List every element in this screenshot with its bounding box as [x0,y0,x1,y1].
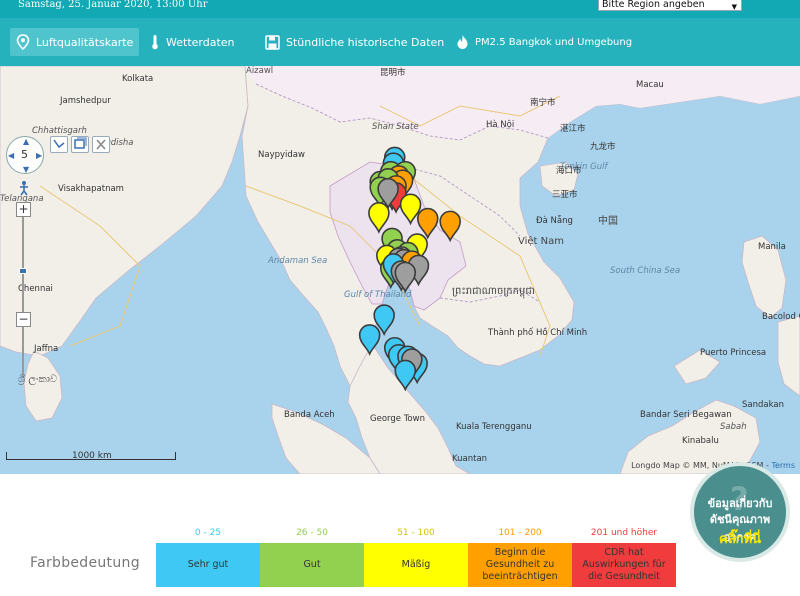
zoom-level: 5 [21,148,28,161]
measure-icon [53,139,65,149]
region-select-value: Bitte Region angeben [602,0,705,10]
nav-bar: Luftqualitätskarte Wetterdaten Stündlich… [0,18,800,66]
chevron-down-icon: ▼ [731,3,737,11]
measure-button[interactable] [50,136,68,153]
nav-item-label: PM2.5 Bangkok und Umgebung [475,36,633,48]
legend-swatch: Gut [260,543,364,587]
zoom-slider-track[interactable] [22,216,24,376]
legend-range: 101 - 200 [498,528,542,538]
zoom-out-button[interactable]: − [16,312,31,327]
legend-range: 201 und höher [590,528,658,538]
nav-item-history[interactable]: Stündliche historische Daten [265,28,444,56]
chevron-up-icon[interactable]: ▲ [23,137,29,146]
legend-swatch: Beginn die Gesundheit zu beeinträchtigen [468,543,572,587]
zoom-slider-handle[interactable] [19,268,27,274]
legend-swatch: Sehr gut [156,543,260,587]
chevron-right-icon[interactable]: ▶ [36,151,42,160]
zoom-in-button[interactable]: + [16,202,31,217]
nav-item-air-quality-map[interactable]: Luftqualitätskarte [10,28,140,56]
layers-icon [74,137,87,149]
aqi-info-button[interactable]: ? ข้อมูลเกี่ยวกับ ดัชนีคุณภาพอากาศ คลิ๊ก… [690,462,790,562]
nav-item-label: Stündliche historische Daten [286,35,445,49]
nav-item-label: Wetterdaten [166,35,235,49]
info-click-here: คลิ๊กที่นี่ [719,532,761,547]
legend-swatch: CDR hat Auswirkungen für die Gesundheit [572,543,676,587]
aqi-station-marker[interactable] [394,359,417,392]
thermometer-icon [152,35,158,50]
region-select[interactable]: Bitte Region angeben ▼ [598,0,742,11]
aqi-station-marker[interactable] [358,324,381,356]
aqi-station-marker[interactable] [439,210,461,243]
aqi-station-marker[interactable] [394,261,417,294]
marker-layer [358,146,461,392]
layer-button[interactable] [71,136,89,153]
legend-range: 51 - 100 [397,528,435,538]
legend-swatch: Mäßig [364,543,468,587]
legend-range: 0 - 25 [194,528,222,538]
clear-button[interactable] [92,136,110,153]
street-view-button[interactable] [16,180,32,196]
nav-item-pm25[interactable]: PM2.5 Bangkok und Umgebung [456,28,632,56]
aqi-station-marker[interactable] [416,207,439,240]
nav-item-label: Luftqualitätskarte [36,35,134,49]
location-pin-icon [16,34,30,50]
terms-link[interactable]: Terms [771,461,795,470]
air-quality-map[interactable]: Aizawl 昆明市 南宁市 Hà Nội Shan State Naypyid… [0,66,800,474]
current-date: Samstag, 25. Januar 2020, 13:00 Uhr [18,0,208,10]
person-icon [20,181,28,196]
aqi-station-marker[interactable] [368,202,390,234]
floppy-disk-icon [265,34,280,50]
chevron-down-icon[interactable]: ▼ [23,165,29,174]
close-icon [96,139,106,150]
top-bar: Samstag, 25. Januar 2020, 13:00 Uhr Bitt… [0,0,800,18]
scale-bar-label: 1000 km [72,451,112,461]
pan-control[interactable]: ▲ ▼ ◀ ▶ 5 [6,136,44,174]
legend-range: 26 - 50 [296,528,328,538]
flame-icon [457,35,468,49]
legend-title: Farbbedeutung [30,555,140,571]
nav-item-weather[interactable]: Wetterdaten [150,28,235,56]
chevron-left-icon[interactable]: ◀ [8,151,14,160]
